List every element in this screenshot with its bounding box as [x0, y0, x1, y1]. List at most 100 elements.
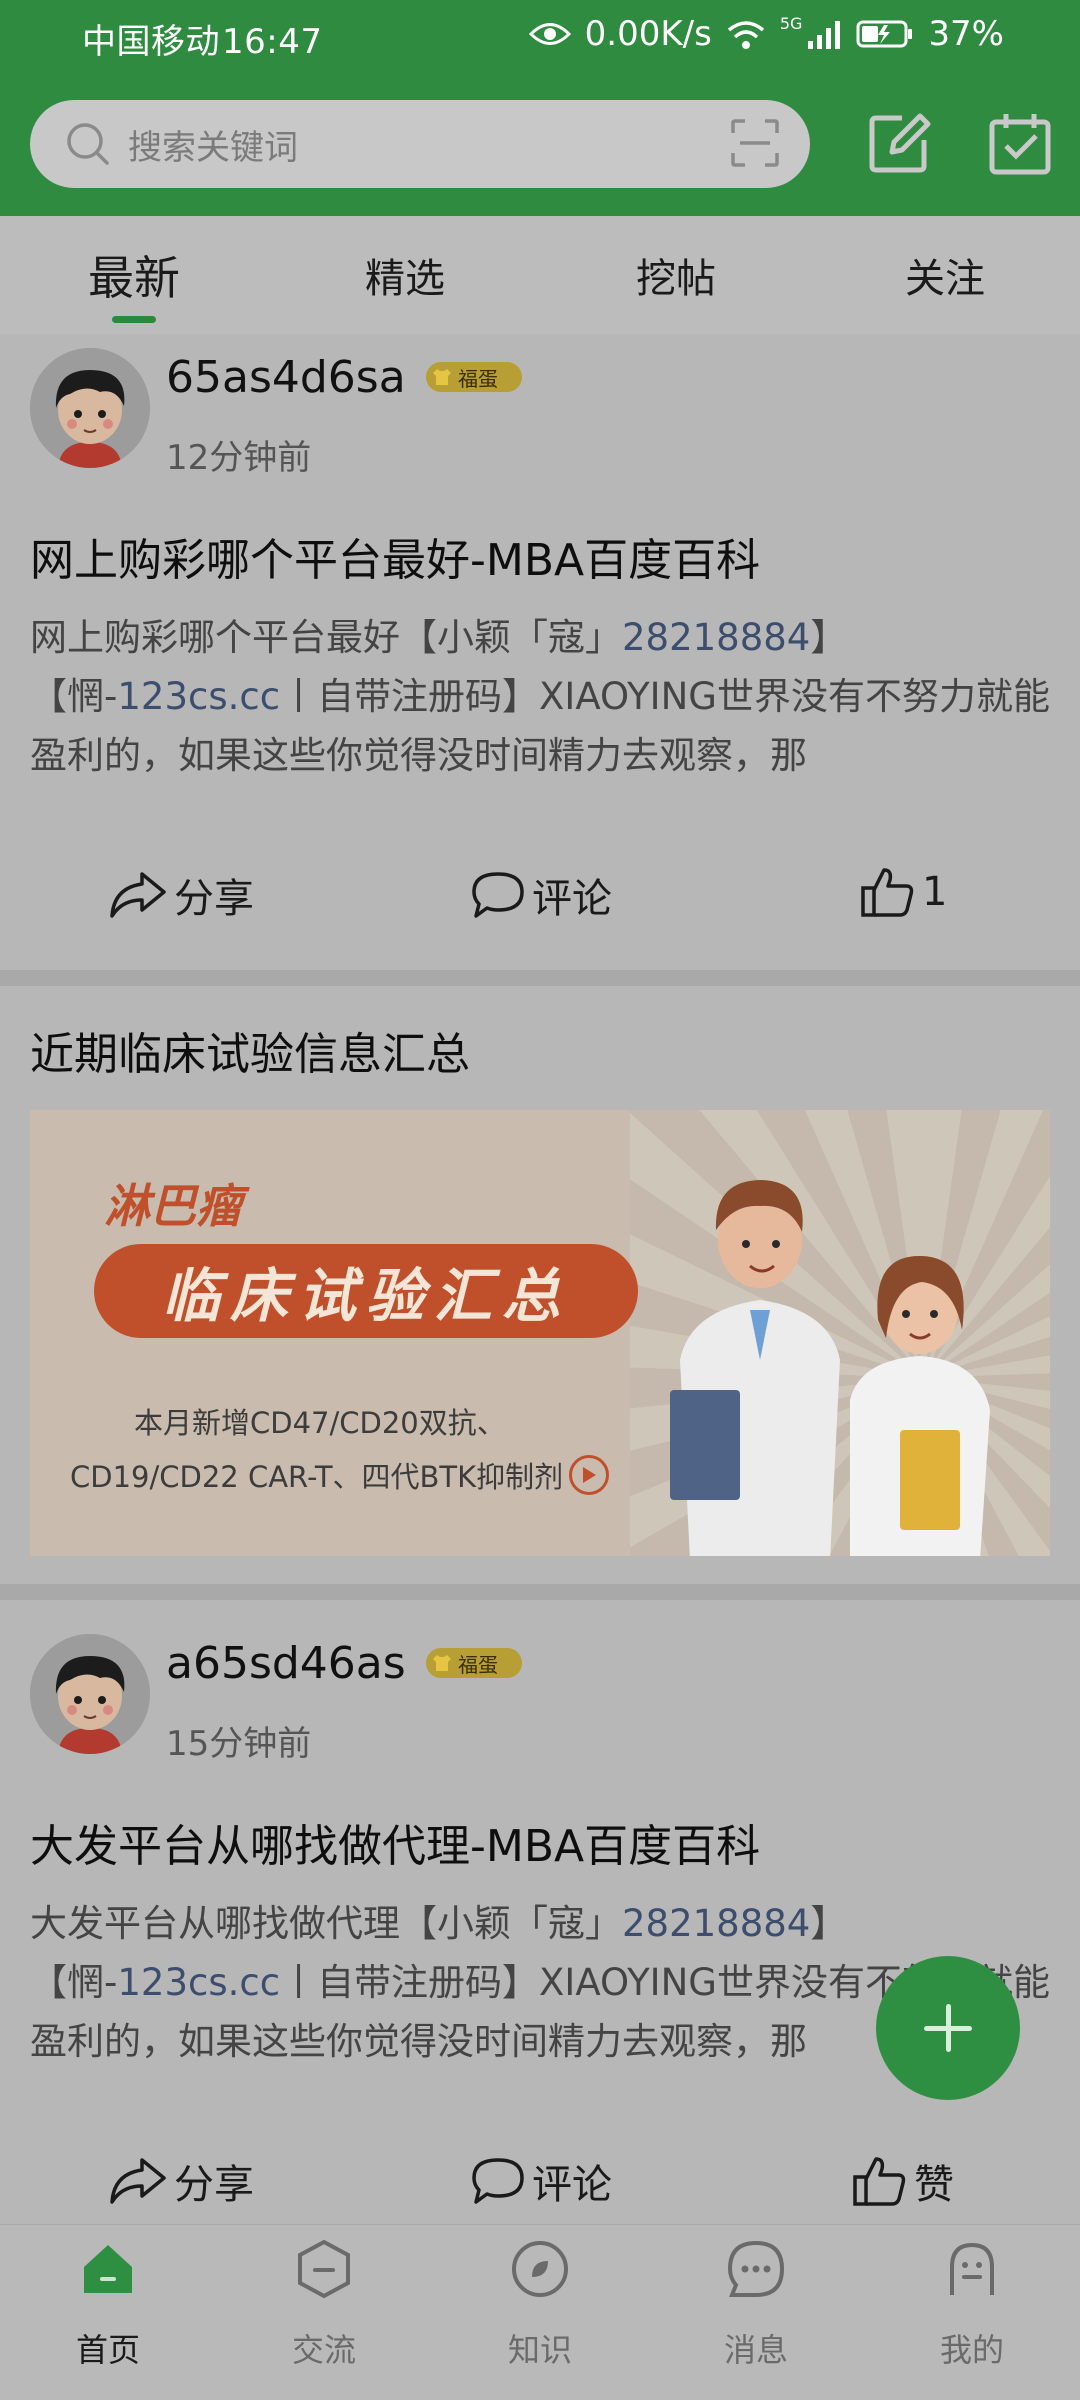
- nav-home-label: 首页: [75, 2331, 140, 2369]
- chat-hexagon-icon: [298, 2239, 350, 2299]
- post-body-link[interactable]: 123cs.cc: [117, 675, 280, 718]
- net-speed: 0.00K/s: [584, 14, 712, 54]
- banner-headline: 临床试验汇总: [94, 1244, 638, 1338]
- battery-icon: [856, 20, 913, 48]
- like-label: 赞: [914, 2162, 954, 2208]
- banner-line-2-row: CD19/CD22 CAR-T、四代BTK抑制剂: [70, 1454, 610, 1496]
- edit-icon[interactable]: [862, 108, 934, 180]
- nav-home[interactable]: 首页: [0, 2225, 216, 2400]
- comment-icon: [472, 872, 524, 918]
- wifi-icon: [727, 21, 764, 49]
- status-left: 中国移动16:47: [82, 14, 322, 63]
- banner-line-1: 本月新增CD47/CD20双抗、: [134, 1406, 506, 1440]
- badge-label: 福蛋: [458, 1652, 498, 1677]
- post-title[interactable]: 网上购彩哪个平台最好-MBA百度百科: [30, 524, 760, 588]
- network-type: 5G: [779, 14, 803, 33]
- comment-icon: [472, 2158, 524, 2204]
- nav-exchange-label: 交流: [291, 2331, 356, 2369]
- tab-following[interactable]: 关注: [905, 246, 985, 304]
- post-body[interactable]: 网上购彩哪个平台最好【小颖「寇」28218884】【惘-123cs.cc丨自带注…: [30, 608, 1050, 785]
- message-icon: [727, 2240, 785, 2297]
- post-body-text: 大发平台从哪找做代理【小颖「寇」: [30, 1902, 622, 1945]
- badge-label: 福蛋: [458, 366, 498, 391]
- banner-title[interactable]: 近期临床试验信息汇总: [30, 1018, 470, 1082]
- like-count: 1: [922, 869, 948, 915]
- calendar-check-icon[interactable]: [984, 108, 1056, 180]
- comment-button[interactable]: 评论: [470, 2152, 612, 2210]
- banner-line-2: CD19/CD22 CAR-T、四代BTK抑制剂: [70, 1460, 564, 1494]
- nav-knowledge-label: 知识: [507, 2331, 572, 2369]
- share-icon: [110, 872, 166, 918]
- new-post-fab[interactable]: [876, 1956, 1020, 2100]
- search-input[interactable]: 搜索关键词: [128, 120, 298, 169]
- eye-icon: [528, 23, 571, 45]
- banner-headline-text: 临床试验汇总: [161, 1262, 570, 1330]
- avatar-image: [30, 1634, 150, 1754]
- share-icon: [110, 2158, 166, 2204]
- thumbs-up-icon: [861, 868, 914, 917]
- post-card[interactable]: a65sd46as 福蛋 15分钟前 大发平台从哪找做代理-MBA百度百科 大发…: [0, 1600, 1080, 2224]
- carrier-label: 中国移动: [82, 22, 220, 62]
- tab-latest[interactable]: 最新: [88, 242, 180, 308]
- share-button[interactable]: 分享: [108, 866, 254, 924]
- post-title[interactable]: 大发平台从哪找做代理-MBA百度百科: [30, 1810, 760, 1874]
- shirt-icon: [433, 1655, 451, 1671]
- plus-icon-vertical: [946, 2004, 951, 2052]
- share-label: 分享: [174, 2162, 254, 2208]
- top-bar: 中国移动16:47 0.00K/s 5G 37% 搜索关键词: [0, 0, 1080, 216]
- thumbs-up-icon: [853, 2157, 906, 2206]
- battery-percent: 37%: [928, 14, 1004, 54]
- search-bar[interactable]: 搜索关键词: [30, 100, 810, 188]
- post-card[interactable]: 65as4d6sa 福蛋 12分钟前 网上购彩哪个平台最好-MBA百度百科 网上…: [0, 334, 1080, 970]
- post-body-text: 网上购彩哪个平台最好【小颖「寇」: [30, 616, 622, 659]
- post-body-link[interactable]: 28218884: [622, 616, 810, 659]
- tab-dig[interactable]: 挖帖: [636, 246, 716, 304]
- feed-divider: [0, 1584, 1080, 1600]
- nav-exchange[interactable]: 交流: [216, 2225, 432, 2400]
- post-time: 12分钟前: [166, 438, 312, 478]
- banner-subtitle: 淋巴瘤: [104, 1179, 242, 1233]
- share-label: 分享: [174, 876, 254, 922]
- post-actions: 分享 评论 赞: [0, 2152, 1080, 2232]
- post-body-link[interactable]: 28218884: [622, 1902, 810, 1945]
- username[interactable]: 65as4d6sa: [166, 352, 406, 403]
- status-right: 0.00K/s 5G 37%: [528, 14, 1004, 54]
- avatar-image: [30, 348, 150, 468]
- like-button[interactable]: 1: [860, 866, 947, 918]
- doctors-illustration: [670, 1180, 990, 1556]
- ad-card[interactable]: 近期临床试验信息汇总 淋巴瘤 临床试验汇总 本月新增CD47/CD20双抗、 C…: [0, 986, 1080, 1584]
- play-icon[interactable]: [569, 1455, 610, 1495]
- feed-tabs: 最新 精选 挖帖 关注: [0, 216, 1080, 334]
- banner-image[interactable]: 淋巴瘤 临床试验汇总 本月新增CD47/CD20双抗、 CD19/CD22 CA…: [30, 1110, 1050, 1556]
- profile-icon: [950, 2242, 994, 2295]
- shirt-icon: [433, 369, 451, 385]
- knowledge-icon: [512, 2241, 568, 2297]
- like-button[interactable]: 赞: [852, 2152, 954, 2210]
- status-bar: 中国移动16:47 0.00K/s 5G 37%: [0, 0, 1080, 76]
- comment-button[interactable]: 评论: [470, 866, 612, 924]
- post-actions: 分享 评论 1: [0, 866, 1080, 946]
- avatar[interactable]: [30, 348, 150, 468]
- username[interactable]: a65sd46as: [166, 1638, 406, 1689]
- scan-icon[interactable]: [730, 118, 780, 168]
- search-icon: [67, 123, 109, 165]
- signal-icon: [808, 21, 841, 49]
- user-badge: 福蛋: [426, 1648, 522, 1678]
- post-time: 15分钟前: [166, 1724, 312, 1764]
- nav-profile[interactable]: 我的: [864, 2225, 1080, 2400]
- nav-knowledge[interactable]: 知识: [432, 2225, 648, 2400]
- home-icon: [84, 2245, 132, 2293]
- tab-featured[interactable]: 精选: [365, 246, 445, 304]
- comment-label: 评论: [532, 2162, 612, 2208]
- bottom-nav: 首页 交流 知识 消息 我的: [0, 2224, 1080, 2400]
- active-tab-indicator: [112, 316, 156, 323]
- nav-messages[interactable]: 消息: [648, 2225, 864, 2400]
- share-button[interactable]: 分享: [108, 2152, 254, 2210]
- avatar[interactable]: [30, 1634, 150, 1754]
- comment-label: 评论: [532, 876, 612, 922]
- feed-divider: [0, 970, 1080, 986]
- clock: 16:47: [222, 22, 323, 62]
- post-body-link[interactable]: 123cs.cc: [117, 1961, 280, 2004]
- nav-messages-label: 消息: [723, 2331, 788, 2369]
- user-badge: 福蛋: [426, 362, 522, 392]
